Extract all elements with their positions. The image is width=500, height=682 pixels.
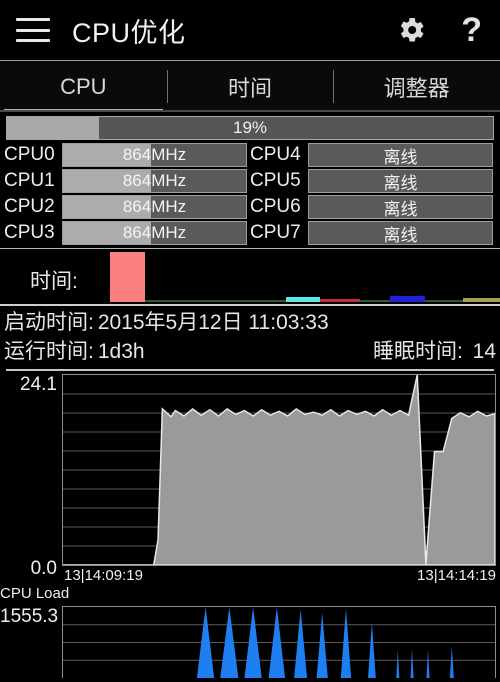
blue-segment bbox=[390, 296, 425, 302]
cpu-core-cpu0[interactable]: CPU0 864MHz bbox=[4, 143, 250, 167]
sleep-time-value: 14 bbox=[472, 340, 496, 363]
cpu-core-cpu5[interactable]: CPU5 离线 bbox=[250, 169, 496, 193]
system-info-block: 启动时间: 2015年5月12日 11:03:33 运行时间: 1d3h 睡眠时… bbox=[0, 306, 500, 371]
olive-segment bbox=[462, 298, 500, 302]
cpu-load-svg bbox=[63, 375, 495, 565]
cpu-core-bar[interactable]: 离线 bbox=[308, 221, 493, 245]
settings-button[interactable] bbox=[395, 14, 427, 46]
page-title: CPU优化 bbox=[72, 17, 186, 48]
hamburger-menu-icon[interactable] bbox=[16, 18, 50, 42]
cpu-load-chart-title: CPU Load bbox=[0, 585, 70, 602]
cpu-core-label: CPU0 bbox=[4, 144, 55, 165]
cpu-core-label: CPU7 bbox=[250, 222, 301, 243]
cpu-core-bar[interactable]: 离线 bbox=[308, 169, 493, 193]
cpu-core-label: CPU5 bbox=[250, 170, 301, 191]
cpu-core-bar[interactable]: 离线 bbox=[308, 195, 493, 219]
cpu-core-cpu4[interactable]: CPU4 离线 bbox=[250, 143, 496, 167]
cpu-core-cpu7[interactable]: CPU7 离线 bbox=[250, 221, 496, 245]
hamburger-bar bbox=[16, 28, 50, 32]
cpu-core-value: 离线 bbox=[383, 173, 418, 193]
red-segment bbox=[320, 299, 360, 302]
cpu-core-cpu1[interactable]: CPU1 864MHz bbox=[4, 169, 250, 193]
tab-governor[interactable]: 调整器 bbox=[333, 61, 500, 112]
hamburger-bar bbox=[16, 18, 50, 21]
overall-usage-label: 19% bbox=[232, 118, 268, 137]
cpu-core-value: 离线 bbox=[383, 147, 418, 167]
frequency-svg bbox=[63, 607, 495, 678]
cpu-core-row: CPU0 864MHz CPU4 离线 bbox=[4, 143, 496, 167]
cpu-core-bar[interactable]: 864MHz bbox=[62, 143, 247, 167]
plot-right-pad bbox=[496, 374, 500, 566]
cpu-core-label: CPU2 bbox=[4, 196, 55, 217]
cpu-core-bar[interactable]: 864MHz bbox=[62, 169, 247, 193]
boot-time-label: 启动时间: bbox=[4, 311, 94, 334]
cpu-core-grid: CPU0 864MHz CPU4 离线 CPU1 864MHz CPU5 离线 CPU2 864M… bbox=[0, 141, 500, 245]
cpu-core-bar[interactable]: 离线 bbox=[308, 143, 493, 167]
cyan-segment bbox=[286, 297, 320, 302]
question-mark-icon: ? bbox=[461, 11, 482, 49]
uptime-row: 运行时间: 1d3h 睡眠时间: 14 bbox=[4, 337, 496, 366]
sleep-time-group: 睡眠时间: 14 bbox=[373, 337, 496, 366]
cpu-core-value: 离线 bbox=[383, 225, 418, 245]
cpu-core-value: 864MHz bbox=[122, 145, 187, 164]
frequency-plot[interactable] bbox=[62, 606, 496, 678]
sleep-time-label: 睡眠时间: bbox=[372, 340, 463, 363]
cpu-load-plot[interactable] bbox=[62, 374, 496, 566]
tab-time-label: 时间 bbox=[228, 75, 273, 101]
cpu-core-cpu3[interactable]: CPU3 864MHz bbox=[4, 221, 250, 245]
cpu-core-label: CPU6 bbox=[250, 196, 301, 217]
cpu-core-bar[interactable]: 864MHz bbox=[62, 195, 247, 219]
cpu-core-value: 离线 bbox=[383, 199, 418, 219]
cpu-core-value: 864MHz bbox=[122, 171, 187, 190]
cpu-load-ymax-label: 24.1 bbox=[20, 374, 57, 395]
cpu-core-row: CPU3 864MHz CPU7 离线 bbox=[4, 221, 496, 245]
tab-governor-label: 调整器 bbox=[383, 75, 450, 101]
cpu-load-x-tick-right: 13|14:14:19 bbox=[417, 567, 496, 584]
time-states-section[interactable]: 时间: bbox=[0, 248, 500, 306]
awake-segment bbox=[110, 252, 145, 302]
cpu-load-chart-block[interactable]: 24.1 0.0 13|14:09:19 13|14:14:19 CPU Loa… bbox=[0, 371, 500, 602]
cpu-core-value: 864MHz bbox=[122, 197, 187, 216]
cpu-core-row: CPU1 864MHz CPU5 离线 bbox=[4, 169, 496, 193]
cpu-tuner-app: CPU优化 ? CPU 时间 调整器 19% CPU0 864MHz CPU4 离线 C… bbox=[0, 0, 500, 682]
hamburger-bar bbox=[16, 39, 50, 42]
cpu-core-label: CPU3 bbox=[4, 222, 55, 243]
cpu-core-cpu6[interactable]: CPU6 离线 bbox=[250, 195, 496, 219]
uptime-label: 运行时间: bbox=[4, 340, 94, 363]
cpu-core-value: 864MHz bbox=[122, 223, 187, 242]
cpu-core-row: CPU2 864MHz CPU6 离线 bbox=[4, 195, 496, 219]
gear-icon bbox=[401, 18, 424, 42]
overall-usage-section: 19% bbox=[0, 112, 500, 141]
cpu-load-x-tick-left: 13|14:09:19 bbox=[64, 567, 143, 584]
boot-time-row: 启动时间: 2015年5月12日 11:03:33 bbox=[4, 308, 496, 337]
tab-cpu[interactable]: CPU bbox=[0, 61, 167, 112]
tab-time[interactable]: 时间 bbox=[166, 61, 334, 112]
cpu-core-label: CPU4 bbox=[250, 144, 301, 165]
time-section-label: 时间: bbox=[30, 270, 78, 293]
cpu-core-label: CPU1 bbox=[4, 170, 55, 191]
frequency-ymax-label: 1555.3 bbox=[0, 606, 59, 627]
frequency-chart-block[interactable]: 1555.3 bbox=[0, 602, 500, 678]
time-baseline bbox=[0, 304, 500, 306]
cpu-load-chart-title-wrap: CPU Load bbox=[0, 584, 500, 602]
cpu-core-bar[interactable]: 864MHz bbox=[62, 221, 247, 245]
cpu-core-cpu2[interactable]: CPU2 864MHz bbox=[4, 195, 250, 219]
plot-right-pad bbox=[496, 606, 500, 678]
uptime-value: 1d3h bbox=[97, 340, 145, 363]
tab-bar: CPU 时间 调整器 bbox=[0, 60, 500, 112]
boot-time-value: 2015年5月12日 11:03:33 bbox=[97, 311, 329, 334]
overall-usage-bar[interactable]: 19% bbox=[6, 116, 494, 140]
help-button[interactable]: ? bbox=[461, 11, 482, 49]
cpu-load-axis-labels: 13|14:09:19 13|14:14:19 bbox=[0, 566, 500, 584]
tab-cpu-label: CPU bbox=[60, 73, 107, 99]
app-header: CPU优化 ? bbox=[0, 0, 500, 60]
